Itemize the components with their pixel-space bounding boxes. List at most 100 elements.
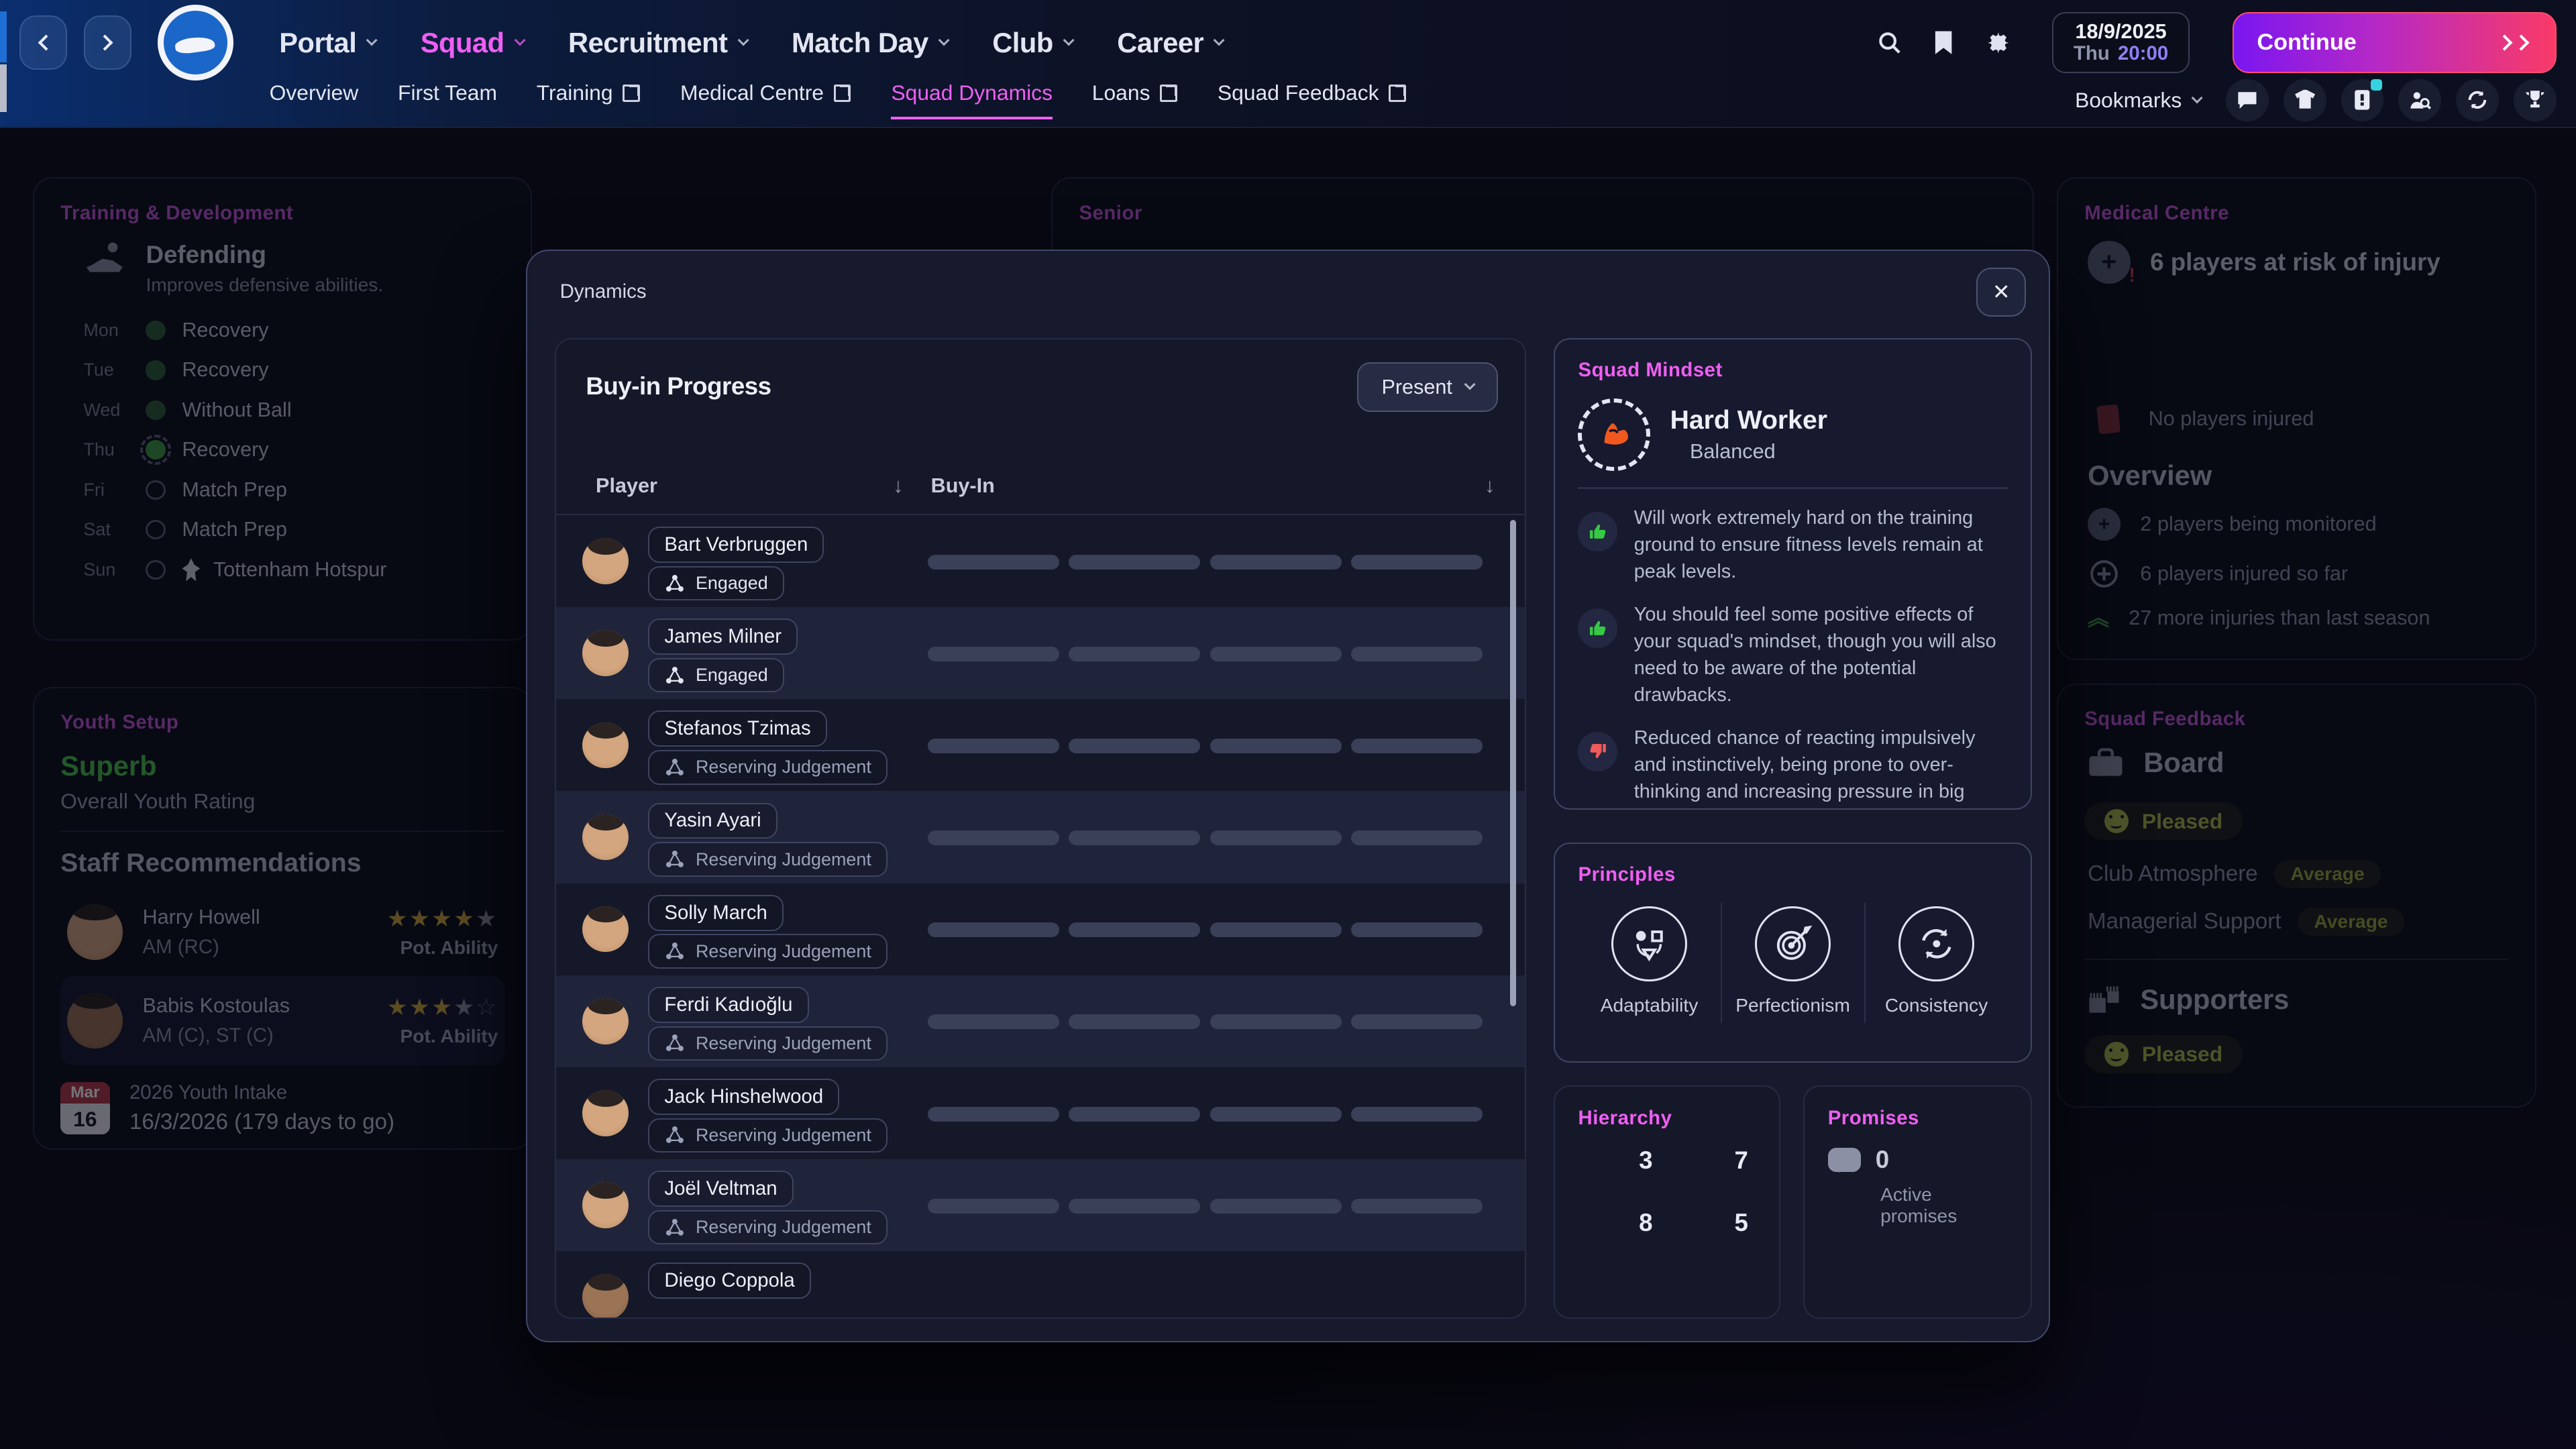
squad-shirt-button[interactable] <box>2284 79 2326 122</box>
buyin-progress-bar <box>928 830 1483 845</box>
principles-card: Principles Adaptability Perfectionism Co… <box>1554 843 2032 1063</box>
table-row[interactable]: James Milner Engaged <box>556 607 1524 699</box>
buyin-progress-card: Buy-in Progress Present Player ↓ Buy-In … <box>555 338 1525 1319</box>
hierarchy-tier: 8 <box>1578 1201 1660 1244</box>
thumbs-up-icon <box>1587 617 1609 639</box>
chevron-down-icon <box>2192 92 2203 103</box>
nav-career[interactable]: Career <box>1117 27 1223 59</box>
promises-card: Promises 0 Active promises <box>1803 1085 2031 1319</box>
divider <box>1578 487 2007 488</box>
avatar <box>582 1274 629 1319</box>
sort-arrow-icon[interactable]: ↓ <box>1485 474 1495 498</box>
pyramid-icon <box>1674 1201 1723 1244</box>
screen-edge-blue-strip <box>0 11 7 62</box>
network-icon <box>664 1032 686 1054</box>
hierarchy-tier: 3 <box>1578 1139 1660 1182</box>
player-name-chip[interactable]: James Milner <box>648 619 798 655</box>
subnav-squad-dynamics[interactable]: Squad Dynamics <box>891 80 1053 119</box>
status-badge: Reserving Judgement <box>648 1210 887 1244</box>
hierarchy-card: Hierarchy 3 7 8 5 <box>1554 1085 1780 1319</box>
thumbs-up-icon <box>1587 521 1609 542</box>
buyin-progress-bar <box>928 647 1483 661</box>
chevron-down-icon <box>737 34 749 46</box>
status-badge: Reserving Judgement <box>648 1026 887 1061</box>
player-name-chip[interactable]: Diego Coppola <box>648 1263 810 1299</box>
player-name-chip[interactable]: Ferdi Kadıoğlu <box>648 987 808 1023</box>
trophy-button[interactable] <box>2514 79 2557 122</box>
continue-button[interactable]: Continue <box>2233 12 2556 73</box>
mindset-name: Hard Worker <box>1670 406 1827 435</box>
external-link-icon <box>1160 84 1178 102</box>
buyin-title: Buy-in Progress <box>586 372 771 400</box>
table-row[interactable]: Yasin Ayari Reserving Judgement <box>556 791 1524 883</box>
table-row[interactable]: Ferdi Kadıoğlu Reserving Judgement <box>556 975 1524 1067</box>
external-link-icon <box>834 84 852 102</box>
dialog-title: Dynamics <box>560 280 647 303</box>
network-icon <box>664 665 686 686</box>
reports-card-button[interactable] <box>2341 79 2384 122</box>
mindset-bullet: Will work extremely hard on the training… <box>1578 505 2007 586</box>
bookmark-icon[interactable] <box>1932 30 1955 56</box>
subnav-medical-centre[interactable]: Medical Centre <box>680 80 852 120</box>
nav-portal[interactable]: Portal <box>279 27 376 59</box>
gear-icon[interactable] <box>1984 29 2012 57</box>
time-value: 20:00 <box>2118 42 2168 64</box>
game-date[interactable]: 18/9/2025 Thu20:00 <box>2052 12 2190 73</box>
table-row[interactable]: Jack Hinshelwood Reserving Judgement <box>556 1067 1524 1159</box>
consistency-icon <box>1898 906 1974 982</box>
chevron-down-icon <box>1214 34 1225 46</box>
status-badge: Reserving Judgement <box>648 1118 887 1152</box>
present-filter-dropdown[interactable]: Present <box>1357 362 1499 411</box>
network-icon <box>664 1124 686 1146</box>
player-name-chip[interactable]: Jack Hinshelwood <box>648 1079 839 1115</box>
player-name-chip[interactable]: Bart Verbruggen <box>648 527 824 563</box>
table-row[interactable]: Solly March Reserving Judgement <box>556 883 1524 975</box>
table-row[interactable]: Diego Coppola Reserving Judgement <box>556 1251 1524 1319</box>
network-icon <box>664 757 686 778</box>
table-header: Player ↓ Buy-In ↓ <box>556 474 1524 511</box>
scrollbar-thumb[interactable] <box>1510 520 1517 1006</box>
sort-arrow-icon[interactable]: ↓ <box>893 474 903 498</box>
bookmarks-dropdown[interactable]: Bookmarks <box>2075 88 2202 113</box>
mindset-bullet: Reduced chance of reacting impulsively a… <box>1578 725 2007 810</box>
chevron-down-icon <box>1464 379 1475 390</box>
subnav-first-team[interactable]: First Team <box>398 80 497 120</box>
back-button[interactable] <box>19 15 67 70</box>
table-row[interactable]: Bart Verbruggen Engaged <box>556 515 1524 607</box>
table-row[interactable]: Joël Veltman Reserving Judgement <box>556 1159 1524 1251</box>
player-name-chip[interactable]: Yasin Ayari <box>648 803 777 839</box>
double-chevron-right-icon <box>2499 37 2532 48</box>
nav-match-day[interactable]: Match Day <box>792 27 948 59</box>
nav-squad[interactable]: Squad <box>421 27 524 59</box>
table-row[interactable]: Stefanos Tzimas Reserving Judgement <box>556 699 1524 791</box>
external-link-icon <box>623 84 641 102</box>
player-name-chip[interactable]: Stefanos Tzimas <box>648 710 826 747</box>
scouting-button[interactable] <box>2398 79 2441 122</box>
status-badge: Reserving Judgement <box>648 842 887 876</box>
close-icon: ✕ <box>1992 279 2010 305</box>
squad-mindset-card: Squad Mindset Hard Worker Balanced Will … <box>1554 338 2032 810</box>
buyin-column-header[interactable]: Buy-In <box>931 474 995 498</box>
pyramid-icon <box>1578 1201 1627 1244</box>
external-link-icon <box>1389 84 1407 102</box>
promises-bubble-icon <box>1828 1148 1861 1173</box>
subnav-squad-feedback[interactable]: Squad Feedback <box>1218 80 1407 120</box>
avatar <box>582 1182 629 1228</box>
subnav-loans[interactable]: Loans <box>1092 80 1178 120</box>
player-name-chip[interactable]: Solly March <box>648 895 784 931</box>
inbox-chat-button[interactable] <box>2226 79 2269 122</box>
hard-worker-badge-icon <box>1578 398 1650 471</box>
nav-recruitment[interactable]: Recruitment <box>568 27 747 59</box>
screen-edge-gray-strip <box>0 64 7 112</box>
sync-button[interactable] <box>2456 79 2499 122</box>
search-icon[interactable] <box>1876 30 1902 56</box>
player-column-header[interactable]: Player <box>596 474 657 498</box>
forward-button[interactable] <box>84 15 131 70</box>
nav-club[interactable]: Club <box>992 27 1073 59</box>
player-name-chip[interactable]: Joël Veltman <box>648 1171 793 1207</box>
subnav-training[interactable]: Training <box>537 80 641 120</box>
subnav-overview[interactable]: Overview <box>270 80 359 120</box>
promises-count: 0 <box>1876 1146 1889 1174</box>
close-button[interactable]: ✕ <box>1976 268 2025 317</box>
avatar <box>582 998 629 1044</box>
